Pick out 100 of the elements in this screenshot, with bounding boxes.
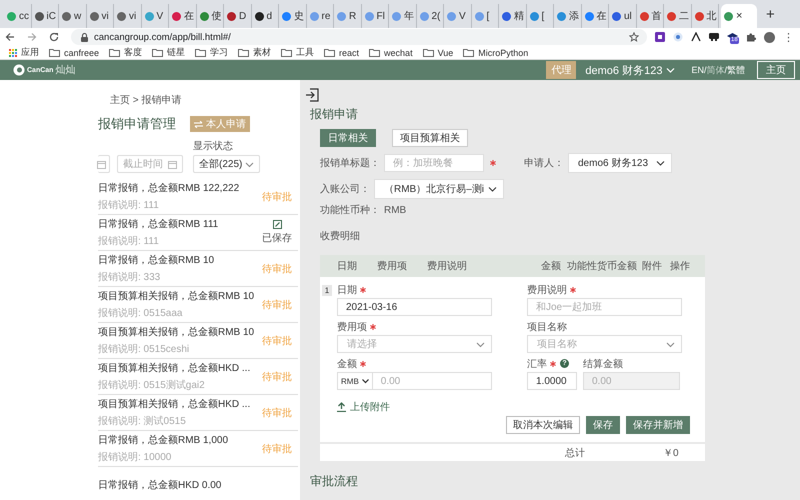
item-title: 日常报销，总金额HKD 0.00 [98,478,222,492]
text-input[interactable]: 2021-03-16 [337,298,492,316]
folder-icon [109,48,120,57]
amount-input[interactable]: 0.00 [372,372,492,390]
list-item[interactable]: 日常报销，总金额RMB 122,222 报销说明: 111 待审批 [98,179,298,215]
url-text: cancangroup.com/app/bill.html#/ [94,32,232,42]
menu-button[interactable]: ⋮ [783,30,794,44]
item-title: 日常报销，总金额RMB 111 [98,218,218,231]
apps-grid-icon [9,48,17,56]
rate-input[interactable]: 1.0000 [527,372,577,390]
logo-subtext: 灿灿 [55,64,76,77]
exit-icon[interactable] [305,88,319,102]
address-bar[interactable]: cancangroup.com/app/bill.html#/ [71,29,647,45]
type-tab[interactable]: 项目预算相关 [392,129,468,147]
field-label: 汇率 [527,358,547,370]
item-note: 报销说明: 测试0515 [98,414,187,428]
chevron-down-icon [666,66,676,74]
item-title: 项目预算相关报销，总金额RMB 10 [98,326,254,339]
language-option[interactable]: 繁體 [727,64,745,74]
reload-icon[interactable] [49,32,59,42]
field-label: 入账公司： [320,182,370,196]
language-separator: / [704,64,706,74]
list-item[interactable]: 日常报销，总金额RMB 111 报销说明: 111 已保存 [98,215,298,251]
applicant-select[interactable]: demo6 财务123 [568,153,672,173]
status-label: 待审批 [262,262,292,276]
list-item[interactable]: 日常报销，总金额RMB 1,000 报销说明: 10000 待审批 [98,431,298,467]
currency-select[interactable]: RMB [337,372,372,390]
field-label: 结算金额 [583,358,623,370]
item-note: 报销说明: 111 [98,234,160,248]
folder-icon [324,48,336,57]
field-label: 功能性币种： [320,204,380,217]
bookmark-item[interactable]: 学习 [195,46,228,59]
status-select[interactable]: 全部(225) [193,155,260,173]
chevron-down-icon [476,340,485,348]
list-item[interactable]: 项目预算相关报销，总金额HKD ... 报销说明: 0515测试gai2 待审批 [98,359,298,395]
star-icon[interactable] [629,32,639,42]
company-select[interactable]: （RMB）北京行易–测i [374,179,504,199]
status-label: 待审批 [262,334,292,348]
column-header: 操作 [670,260,691,273]
bookmark-item[interactable]: 工具 [281,46,314,59]
user-menu[interactable]: demo6 财务123 [585,62,676,78]
item-title: 项目预算相关报销，总金额HKD ... [98,362,250,375]
item-note: 报销说明: 0515ceshi [98,342,190,356]
list-item[interactable]: 日常报销，总金额RMB 10 报销说明: 333 待审批 [98,251,298,287]
bookmark-item[interactable]: 链星 [152,46,186,59]
item-title: 日常报销，总金额RMB 10 [98,254,214,267]
bookmark-item[interactable]: canfreee [49,48,100,58]
language-option[interactable]: EN [691,64,704,74]
field-value: RMB [384,204,406,216]
puzzle-icon[interactable] [746,32,756,42]
chevron-down-icon [362,378,369,384]
item-title: 日常报销，总金额RMB 1,000 [98,434,228,447]
column-header: 日期 [337,260,358,273]
field-label: 申请人： [524,156,564,170]
breadcrumb[interactable]: 主页 > 报销申请 [110,93,300,107]
save-button[interactable]: 保存并新增 [626,416,690,434]
chevron-down-icon [245,160,254,168]
folder-icon [281,48,292,57]
folder-icon [422,48,434,57]
status-label: 待审批 [262,190,292,204]
bookmark-item[interactable]: 素材 [238,46,272,59]
bookmark-item[interactable]: 应用 [9,46,39,59]
new-tab-button[interactable]: + [766,6,775,23]
status-label: 待审批 [262,406,292,420]
section-title: 报销申请 [310,106,359,123]
back-icon[interactable] [5,32,15,42]
logo-icon [13,64,25,76]
bookmark-item[interactable]: wechat [369,48,413,58]
calendar-icon [168,160,177,168]
title-input[interactable]: 例：加班晚餐 [384,154,484,172]
field-label: 日期 [337,284,357,296]
bookmark-item[interactable]: Vue [422,48,454,58]
avatar-icon[interactable] [764,32,775,42]
list-item[interactable]: 项目预算相关报销，总金额HKD ... 报销说明: 测试0515 待审批 [98,395,298,431]
save-button[interactable]: 保存 [586,416,620,434]
bookmark-item[interactable]: react [324,48,360,58]
status-label: 待审批 [262,370,292,384]
list-item[interactable]: 日常报销，总金额HKD 0.00 [98,467,298,500]
column-header: 费用说明 [427,260,468,273]
start-date-field[interactable] [98,155,110,173]
type-tab[interactable]: 日常相关 [320,129,376,147]
status-label: 已保存 [262,232,292,245]
section-title: 审批流程 [310,473,359,490]
browser-tab[interactable]: × [721,4,757,28]
upload-icon [337,402,346,412]
field-label: 项目名称 [527,320,567,334]
settlement-input: 0.00 [583,372,680,390]
close-button[interactable]: × [736,10,742,22]
folder-icon [49,48,60,57]
section-label: 收费明细 [320,230,361,243]
cancel-button[interactable]: 取消本次编辑 [506,416,580,434]
page-title: 报销申请管理 [98,115,176,133]
home-button[interactable]: 主页 [757,61,795,79]
chevron-down-icon [488,186,498,192]
bookmark-item[interactable]: MicroPython [463,48,528,58]
bookmark-item[interactable]: 客度 [109,46,142,59]
upload-link[interactable]: 上传附件 [337,400,492,414]
text-input[interactable]: 和Joe一起加班 [527,298,682,316]
column-header: 金额 [540,260,562,273]
extension-icon[interactable] [709,32,719,42]
